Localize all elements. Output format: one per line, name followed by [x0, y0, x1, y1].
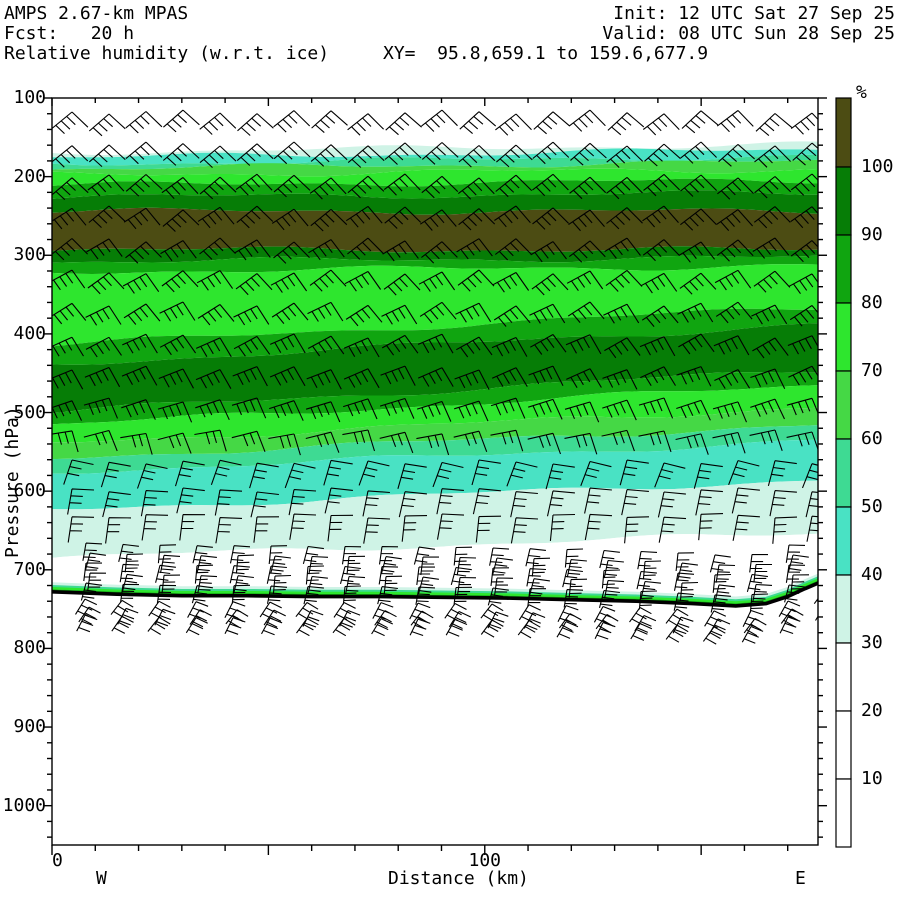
colorbar-tick-label: 60: [861, 428, 883, 449]
x-axis-title: Distance (km): [388, 868, 529, 889]
y-tick-label: 900: [13, 716, 46, 738]
y-tick-label: 800: [13, 637, 46, 659]
colorbar-segment: [835, 506, 852, 576]
y-tick-label: 700: [13, 558, 46, 580]
xy-range: XY= 95.8,659.1 to 159.6,677.9: [383, 43, 709, 64]
colorbar-tick-label: 50: [861, 496, 883, 517]
colorbar-units-label: %: [856, 82, 867, 103]
y-tick-label: 300: [13, 244, 46, 266]
y-tick-label: 400: [13, 322, 46, 344]
y-tick-label: 500: [13, 401, 46, 423]
rh-shading: [52, 98, 818, 845]
colorbar-tick-label: 70: [861, 360, 883, 381]
colorbar-segment: [835, 302, 852, 372]
y-tick-label: 600: [13, 480, 46, 502]
valid-time: Valid: 08 UTC Sun 28 Sep 25: [602, 23, 895, 44]
model-title: AMPS 2.67-km MPAS: [4, 3, 189, 24]
x-axis-west-label: W: [96, 868, 107, 889]
colorbar-tick-label: 40: [861, 564, 883, 585]
colorbar-tick-label: 100: [861, 156, 894, 177]
x-tick-label: 0: [52, 850, 63, 871]
colorbar-segment: [835, 234, 852, 304]
colorbar-segment: [835, 642, 852, 712]
colorbar-segment: [835, 166, 852, 236]
init-time: Init: 12 UTC Sat 27 Sep 25: [613, 3, 895, 24]
colorbar-segment: [835, 710, 852, 780]
y-tick-label: 100: [13, 87, 46, 108]
colorbar-tick-label: 90: [861, 224, 883, 245]
colorbar-tick-label: 30: [861, 632, 883, 653]
y-tick-label: 1000: [2, 794, 46, 816]
rh-band-<30: [52, 98, 818, 156]
cross-section-plot: [43, 97, 852, 855]
colorbar-tick-label: 10: [861, 768, 883, 789]
colorbar-segment: [835, 778, 852, 848]
forecast-hour: Fcst: 20 h: [4, 23, 135, 44]
cross-section-figure: { "header": { "model": "AMPS 2.67-km MPA…: [0, 0, 900, 900]
field-title: Relative humidity (w.r.t. ice): [4, 43, 330, 64]
colorbar-tick-label: 20: [861, 700, 883, 721]
colorbar: [835, 97, 852, 848]
x-axis-east-label: E: [795, 868, 806, 889]
y-tick-label: 200: [13, 165, 46, 187]
colorbar-segment: [835, 574, 852, 644]
colorbar-segment: [835, 97, 852, 168]
colorbar-tick-label: 80: [861, 292, 883, 313]
colorbar-segment: [835, 370, 852, 440]
x-tick-label: 100: [468, 850, 502, 871]
colorbar-segment: [835, 438, 852, 508]
